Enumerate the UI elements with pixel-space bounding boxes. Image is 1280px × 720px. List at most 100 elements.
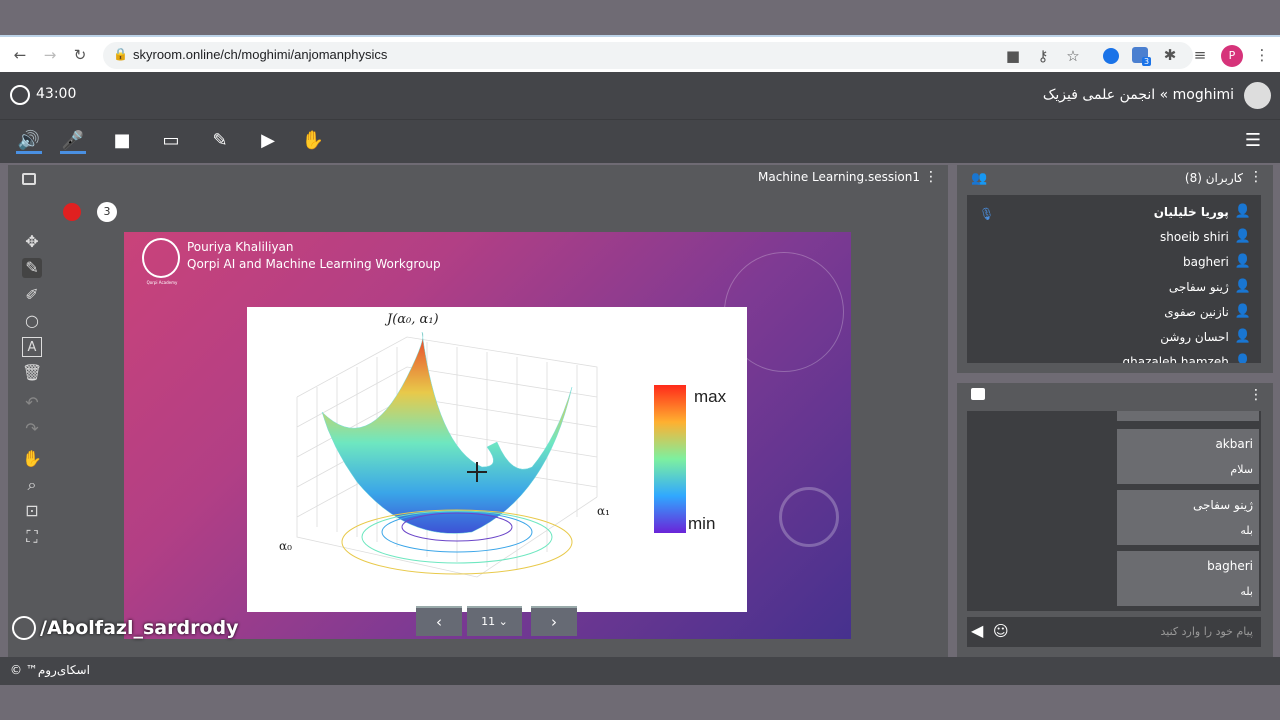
footer: اسکای‌روم™ © [0,657,1280,685]
colorbar [654,385,686,533]
slide: Qorpi Academy Pouriya Khaliliyan Qorpi A… [124,232,851,639]
plot-ylabel: α₁ [597,504,610,518]
users-list: 🎙 پوریا خلیلیان 👤 shoeib shiri 👤 bagheri 👤 … [967,195,1261,363]
back-icon[interactable]: ← [10,45,30,65]
logo-caption: Qorpi Academy [146,280,178,285]
extension-globe-icon[interactable] [1103,48,1119,64]
user-item[interactable]: پوریا خلیلیان 👤 [1154,199,1251,224]
room-title: moghimi » انجمن علمی فیزیک [1042,87,1234,103]
user-item[interactable]: نازنین صفوی 👤 [1164,299,1251,324]
user-item[interactable]: bagheri 👤 [1183,249,1251,274]
user-name: ghazaleh hamzeh [1122,354,1229,364]
pencil-icon[interactable]: ✎ [22,258,42,278]
user-item[interactable]: ghazaleh hamzeh 👤 [1123,349,1252,363]
undo-icon[interactable]: ↶ [22,393,42,413]
raise-hand-icon[interactable]: ✋ [300,128,326,154]
brush-icon[interactable]: ✎ [207,128,233,154]
colorbar-min-label: min [688,514,715,533]
user-avatar-icon[interactable] [1244,82,1271,109]
message-text: بله [1240,585,1253,598]
pan-hand-icon[interactable]: ✋ [22,449,42,469]
users-panel: 👥 کاربران (8) ⋮ 🎙 پوریا خلیلیان 👤 shoeib … [957,165,1273,373]
user-name: پوریا خلیلیان [1153,204,1229,219]
qorpi-logo-icon [142,238,180,278]
film-reel-icon [12,616,36,640]
prev-page-button[interactable]: ‹ [416,606,462,636]
page-number: 11 [481,615,496,628]
chat-message [1117,411,1259,421]
chat-message: ژینو سفاجی بله [1117,490,1259,545]
speaker-icon[interactable]: 🔊 [16,128,42,154]
star-icon[interactable]: ☆ [1063,46,1083,66]
fit-screen-icon[interactable]: ⊡ [22,501,42,521]
send-icon[interactable]: ◀ [971,621,983,640]
stroke-size-badge[interactable]: 3 [97,202,117,222]
user-item[interactable]: احسان روشن 👤 [1160,324,1251,349]
user-icon: 👤 [1234,279,1251,294]
users-header: کاربران (8) [1184,171,1243,185]
user-item[interactable]: ژینو سفاجی 👤 [1169,274,1251,299]
surface-plot-svg: J(α₀, α₁) α₀ α₁ max min [279,312,727,578]
message-author: akbari [1215,437,1253,451]
camera-icon[interactable]: ■ [109,128,135,154]
plot-title: J(α₀, α₁) [384,312,439,327]
page-select[interactable]: 11 ⌄ [467,606,522,636]
circle-icon[interactable]: ○ [22,311,42,331]
redo-icon[interactable]: ↷ [22,419,42,439]
users-menu-icon[interactable]: ⋮ [1249,169,1263,185]
user-icon: 👤 [1234,329,1251,344]
text-tool-icon[interactable]: A [22,337,42,357]
chat-menu-icon[interactable]: ⋮ [1249,387,1263,403]
microphone-icon[interactable]: 🎤 [60,128,86,154]
user-icon: 👤 [1234,204,1251,219]
key-icon[interactable]: ⚷ [1033,46,1053,66]
address-bar[interactable]: 🔒 skyroom.online/ch/moghimi/anjomanphysi… [103,42,1193,69]
highlighter-icon[interactable]: ✐ [22,285,42,305]
message-text: سلام [1230,463,1253,476]
user-name: احسان روشن [1160,329,1229,344]
slide-workgroup: Qorpi AI and Machine Learning Workgroup [187,257,441,271]
message-text: بله [1240,524,1253,537]
user-icon: 👤 [1234,229,1251,244]
hamburger-menu-icon[interactable]: ☰ [1240,128,1266,154]
slide-author: Pouriya Khaliliyan [187,240,294,254]
url-text: skyroom.online/ch/moghimi/anjomanphysics [133,47,388,62]
chat-panel: ⋮ akbari سلام ژینو سفاجی بله bagheri بله ◀ … [957,383,1273,657]
user-icon: 👤 [1234,354,1251,363]
chat-input[interactable]: پیام خود را وارد کنید [1160,625,1253,638]
cost-function-plot: J(α₀, α₁) α₀ α₁ max min [247,307,747,612]
zoom-icon[interactable]: ⌕ [22,475,42,495]
trash-icon[interactable]: 🗑 [22,363,42,383]
chat-icon [971,388,985,400]
presentation-icon[interactable]: ▶ [255,128,281,154]
clock-icon [10,85,30,105]
reading-list-icon[interactable]: ≡ [1190,45,1210,65]
user-name: ژینو سفاجی [1168,279,1229,294]
panel-menu-icon[interactable]: ⋮ [924,169,938,185]
fullscreen-icon[interactable]: ⛶ [22,527,42,547]
document-title: Machine Learning.session1 [757,170,920,184]
camera-blocked-icon[interactable]: ■ [1003,46,1023,66]
decorative-circle [779,487,839,547]
footer-brand: اسکای‌روم™ © [10,663,90,677]
message-author: bagheri [1207,559,1253,573]
people-icon: 👥 [971,171,988,186]
menu-kebab-icon[interactable]: ⋮ [1252,45,1272,65]
profile-avatar[interactable]: P [1221,45,1243,67]
next-page-button[interactable]: › [531,606,577,636]
room-header: 43:00 moghimi » انجمن علمی فیزیک [0,72,1280,119]
forward-icon[interactable]: → [40,45,60,65]
user-icon: 👤 [1234,304,1251,319]
screen-share-icon[interactable]: ▭ [158,128,184,154]
lock-icon: 🔒 [113,47,128,61]
reload-icon[interactable]: ↻ [70,45,90,65]
user-item[interactable]: shoeib shiri 👤 [1160,224,1251,249]
emoji-icon[interactable]: ☺ [993,622,1009,640]
color-palette-icon[interactable] [63,203,81,221]
chat-message: bagheri بله [1117,551,1259,606]
panel-toggle-icon[interactable] [22,173,36,185]
puzzle-icon[interactable]: ✱ [1160,45,1180,65]
chat-message: akbari سلام [1117,429,1259,484]
move-icon[interactable]: ✥ [22,232,42,252]
user-name: نازنین صفوی [1164,304,1229,319]
